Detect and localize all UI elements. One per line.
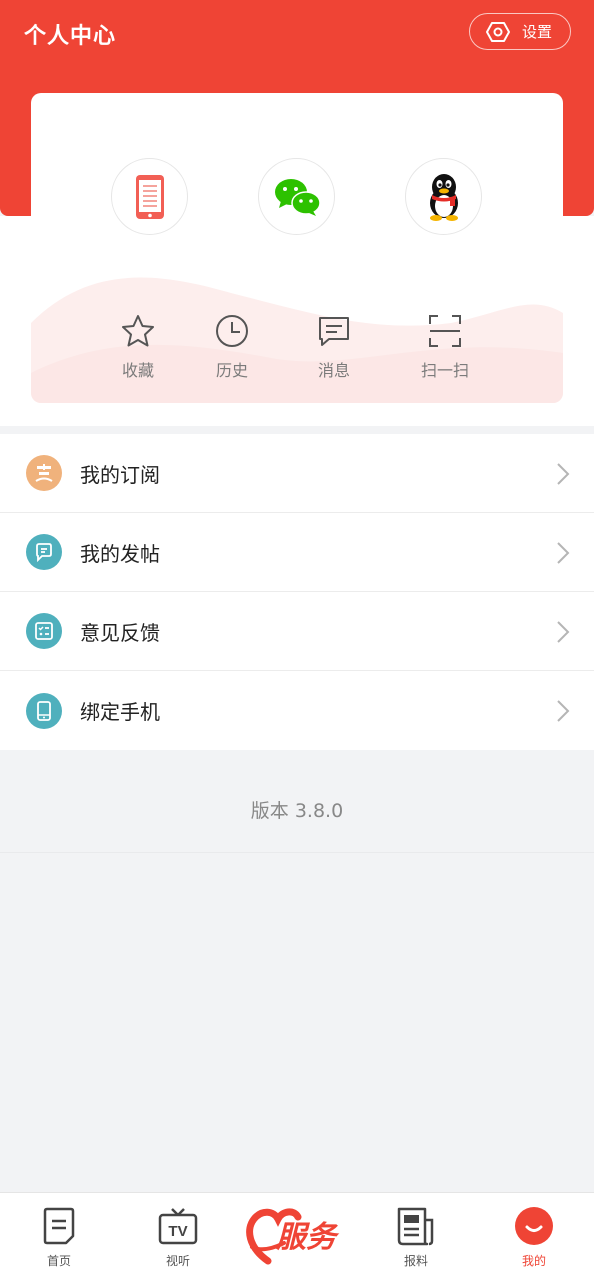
- star-icon: [122, 315, 154, 347]
- chevron-right-icon: [557, 700, 570, 722]
- svg-text:TV: TV: [168, 1223, 187, 1240]
- feedback-icon: [26, 613, 62, 649]
- tv-icon: TV: [158, 1208, 198, 1245]
- settings-label: 设置: [522, 23, 553, 41]
- menu-item-feedback[interactable]: 意见反馈: [0, 592, 594, 671]
- phone-login-button[interactable]: [111, 158, 188, 235]
- qq-login-button[interactable]: [405, 158, 482, 235]
- menu-item-subscriptions[interactable]: 我的订阅: [0, 434, 594, 513]
- mine-smile-icon: [515, 1207, 553, 1245]
- tab-label: 我的: [521, 1254, 546, 1268]
- clock-icon: [216, 315, 248, 347]
- tab-mine[interactable]: 我的: [494, 1205, 574, 1269]
- scan-icon: [429, 315, 461, 347]
- wechat-login-button[interactable]: [258, 158, 335, 235]
- login-card: 收藏 历史 消息 扫一扫: [31, 93, 563, 403]
- tab-label: 视听: [165, 1254, 190, 1268]
- wechat-icon: [274, 178, 321, 216]
- quick-action-history[interactable]: 历史: [192, 311, 272, 381]
- quick-action-label: 收藏: [121, 361, 154, 380]
- menu-item-label: 我的订阅: [80, 462, 160, 487]
- bottom-tab-bar: 首页 TV 视听 服务 报料 我的: [0, 1192, 594, 1280]
- bind-phone-icon: [26, 692, 62, 729]
- post-icon: [26, 534, 62, 570]
- quick-action-label: 扫一扫: [420, 361, 469, 380]
- chevron-right-icon: [557, 542, 570, 564]
- page-title: 个人中心: [24, 24, 117, 49]
- quick-action-label: 历史: [215, 361, 248, 380]
- tab-home[interactable]: 首页: [19, 1205, 99, 1269]
- subscribe-icon: [26, 455, 62, 491]
- gear-icon: [486, 21, 510, 42]
- home-doc-icon: [43, 1207, 75, 1245]
- service-heart-logo: 服务: [246, 1208, 340, 1265]
- tab-label: 首页: [46, 1254, 71, 1268]
- quick-action-label: 消息: [317, 361, 350, 380]
- menu-item-label: 意见反馈: [80, 620, 160, 645]
- divider: [0, 852, 594, 853]
- chevron-right-icon: [557, 621, 570, 643]
- version-text: 版本 3.8.0: [250, 800, 344, 822]
- message-icon: [319, 317, 349, 346]
- menu-item-label: 绑定手机: [80, 700, 160, 724]
- menu-item-my-posts[interactable]: 我的发帖: [0, 513, 594, 592]
- quick-action-messages[interactable]: 消息: [294, 311, 374, 381]
- tab-report[interactable]: 报料: [376, 1205, 456, 1269]
- tab-service[interactable]: 服务: [244, 1203, 350, 1269]
- phone-icon: [135, 174, 164, 219]
- news-report-icon: [397, 1207, 434, 1246]
- quick-action-favorites[interactable]: 收藏: [98, 311, 178, 381]
- menu-item-bind-phone[interactable]: 绑定手机: [0, 671, 594, 750]
- menu-item-label: 我的发帖: [80, 541, 160, 566]
- qq-penguin-icon: [429, 173, 458, 221]
- quick-action-scan[interactable]: 扫一扫: [405, 311, 485, 381]
- tab-video[interactable]: TV 视听: [138, 1205, 218, 1269]
- menu-list: 我的订阅 我的发帖 意见反馈 绑定手机: [0, 434, 594, 750]
- chevron-right-icon: [557, 463, 570, 485]
- tab-label: 报料: [403, 1254, 428, 1268]
- tab-label: 服务: [275, 1220, 340, 1255]
- settings-button[interactable]: 设置: [469, 13, 571, 50]
